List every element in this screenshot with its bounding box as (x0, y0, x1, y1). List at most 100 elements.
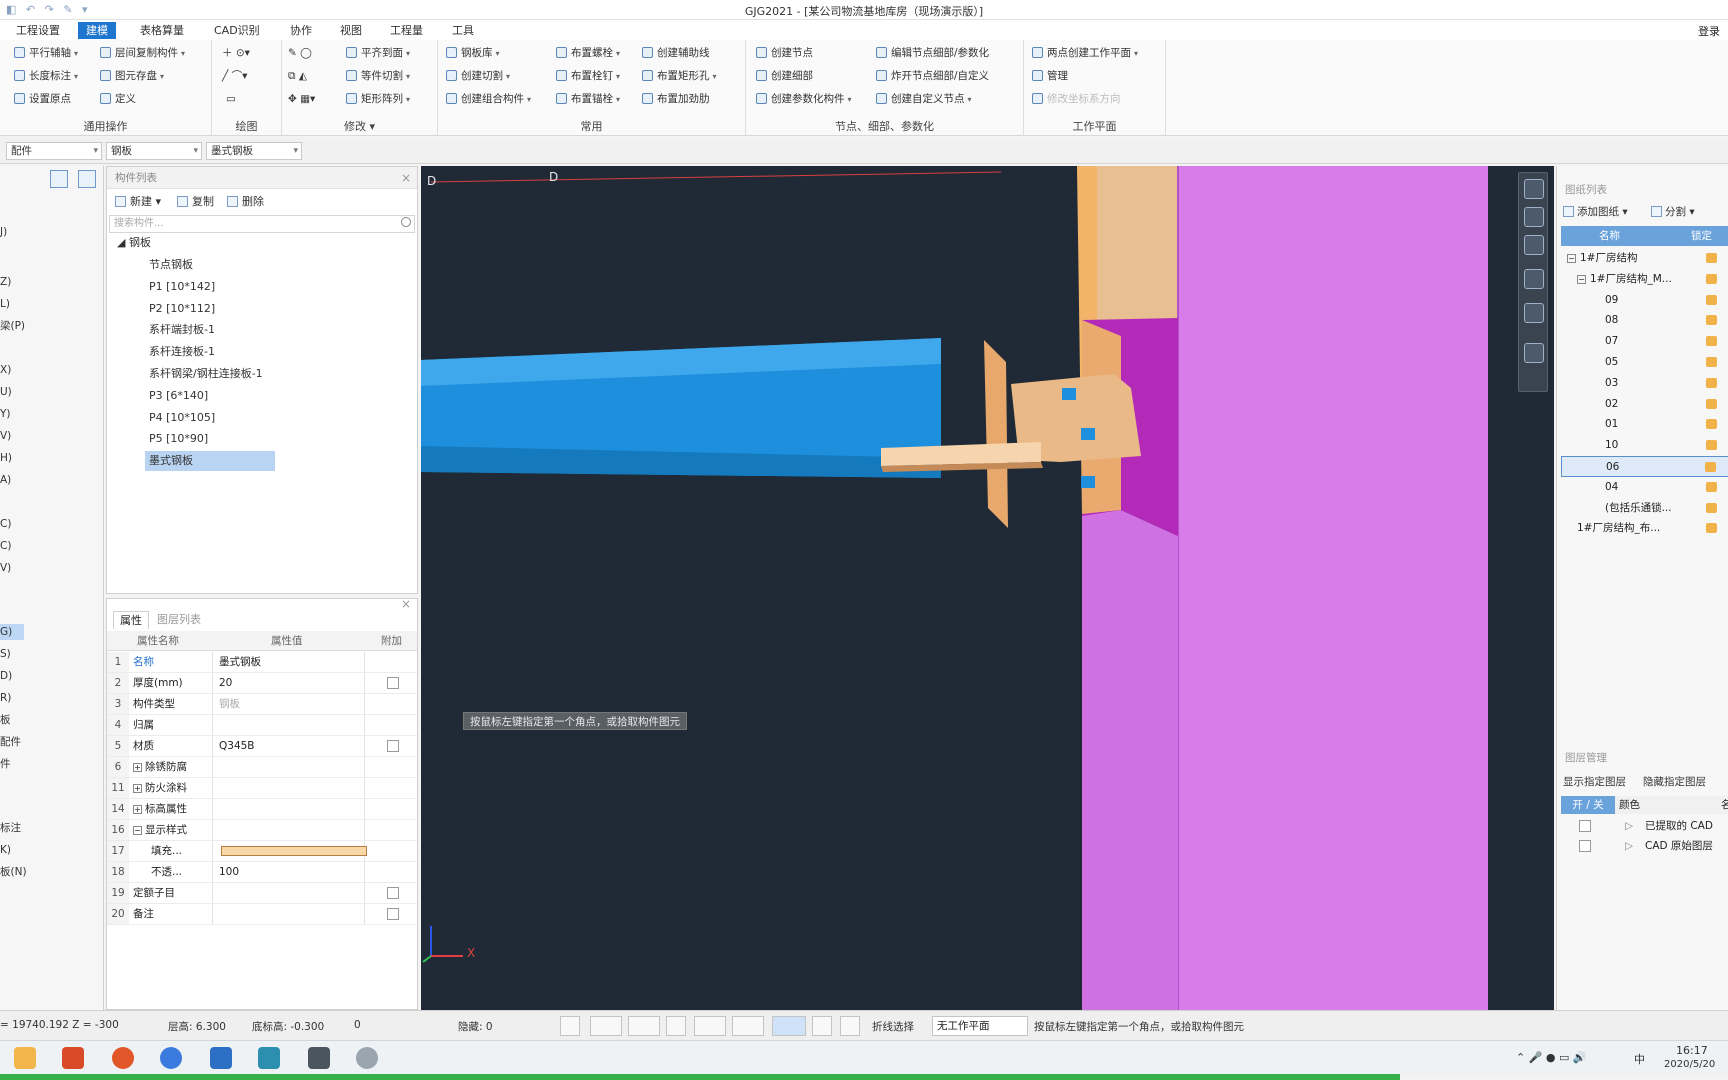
model-canvas[interactable] (421, 166, 1554, 1010)
tab-quantity[interactable]: 工程量 (382, 22, 431, 39)
layer-toggle-checkbox[interactable] (1579, 820, 1591, 832)
nav-item[interactable]: C) (0, 516, 11, 532)
property-row[interactable]: 5 材质 Q345B (107, 736, 417, 757)
collapse-icon[interactable]: − (133, 826, 142, 835)
property-value[interactable]: Q345B (215, 736, 365, 756)
category-select[interactable]: 配件 (6, 142, 102, 160)
property-value[interactable] (215, 715, 365, 735)
property-row[interactable]: 14 + 标高属性 (107, 799, 417, 820)
layer-row[interactable]: ▷ CAD 原始图层 (1561, 836, 1728, 857)
lock-icon[interactable] (1706, 294, 1717, 305)
property-row[interactable]: 4 归属 (107, 715, 417, 736)
fill-color-swatch[interactable] (221, 846, 367, 856)
tab-project-settings[interactable]: 工程设置 (8, 22, 68, 39)
rect-array-button[interactable]: 矩形阵列 ▾ (346, 90, 410, 108)
close-icon[interactable]: × (401, 167, 411, 189)
tab-layer-list[interactable]: 图层列表 (151, 611, 207, 629)
lock-icon[interactable] (1706, 377, 1717, 388)
lock-icon[interactable] (1706, 481, 1717, 492)
property-value[interactable] (215, 883, 365, 903)
pen-tool[interactable]: ✎ ◯ (288, 44, 312, 62)
tree-item[interactable]: 墨式钢板 (145, 451, 275, 472)
nav-item[interactable]: L) (0, 296, 10, 312)
property-value[interactable] (215, 799, 365, 819)
nav-item[interactable]: 标注 (0, 820, 21, 836)
mirror-tool[interactable]: ⧉ ◭ (288, 67, 307, 85)
app-icon[interactable] (210, 1047, 232, 1069)
drawing-row[interactable]: 06 (1561, 456, 1728, 477)
tree-item[interactable]: P4 [10*105] (145, 408, 219, 428)
property-value[interactable]: 100 (215, 862, 365, 882)
create-detail-button[interactable]: 创建细部 (756, 67, 813, 85)
layer-icon[interactable] (840, 1016, 860, 1036)
orbit-icon[interactable] (1524, 179, 1544, 199)
move-tool[interactable]: ✥ ▦▾ (288, 90, 315, 108)
item-select[interactable]: 墨式钢板 (206, 142, 302, 160)
tree-item[interactable]: P3 [6*140] (145, 386, 212, 406)
nav-item[interactable]: D) (0, 668, 12, 684)
delete-component-button[interactable]: 删除 (227, 193, 264, 209)
clock-time[interactable]: 16:17 (1676, 1044, 1708, 1057)
property-row[interactable]: 20 备注 (107, 904, 417, 925)
lock-icon[interactable] (1706, 253, 1717, 263)
property-value[interactable] (215, 820, 365, 840)
drawing-row[interactable]: 03 (1561, 373, 1728, 394)
tab-cad-recognition[interactable]: CAD识别 (206, 22, 268, 39)
lock-icon[interactable] (1706, 357, 1717, 367)
lock-icon[interactable] (1706, 440, 1717, 451)
point-draw-button[interactable]: ＋ ⊙▾ (222, 44, 250, 62)
rotate-icon[interactable] (694, 1016, 726, 1036)
hide-layer-button[interactable]: 隐藏指定图层 (1643, 774, 1706, 789)
create-custom-node-button[interactable]: 创建自定义节点 ▾ (876, 90, 972, 108)
chat-icon[interactable] (356, 1047, 378, 1069)
tab-properties[interactable]: 属性 (113, 611, 149, 629)
drawing-row[interactable]: 09 (1561, 290, 1728, 311)
rotate-icon[interactable] (1524, 303, 1544, 323)
manage-button[interactable]: 管理 (1032, 67, 1068, 85)
nav-item[interactable]: 配件 (0, 734, 21, 750)
powerpoint-icon[interactable] (62, 1047, 84, 1069)
property-value[interactable]: 钢板 (215, 694, 365, 714)
property-value[interactable] (215, 841, 367, 861)
search-icon[interactable] (401, 217, 411, 227)
property-value[interactable]: 墨式钢板 (215, 652, 365, 672)
add-checkbox[interactable] (387, 887, 399, 899)
nav-item[interactable]: 梁(P) (0, 318, 25, 334)
modify-coord-direction-button[interactable]: 修改坐标系方向 (1032, 90, 1121, 108)
tree-root[interactable]: ◢ 钢板 (113, 233, 155, 253)
tree-item[interactable]: 系杆端封板-1 (145, 320, 219, 340)
polyline-select[interactable]: 折线选择 (872, 1019, 914, 1034)
clock-date[interactable]: 2020/5/20 (1664, 1059, 1715, 1070)
property-value[interactable] (215, 757, 365, 777)
nav-item[interactable]: 板(N) (0, 864, 27, 880)
property-row[interactable]: 2 厚度(mm) 20 (107, 673, 417, 694)
gjg-app-icon[interactable] (258, 1047, 280, 1069)
grid-view-icon[interactable] (78, 170, 96, 188)
two-point-workplane-button[interactable]: 两点创建工作平面 ▾ (1032, 44, 1138, 62)
nav-item[interactable]: X) (0, 362, 11, 378)
drawing-row[interactable]: 1#厂房结构_布... (1561, 518, 1728, 539)
select-mode-icon[interactable] (590, 1016, 622, 1036)
tab-modeling[interactable]: 建模 (78, 22, 116, 39)
place-bolt-button[interactable]: 布置螺栓 ▾ (556, 44, 620, 62)
nav-item[interactable]: G) (0, 624, 24, 640)
drawing-row[interactable]: 01 (1561, 414, 1728, 435)
drawing-row[interactable]: 08 (1561, 310, 1728, 331)
expand-icon[interactable]: ▷ (1625, 836, 1633, 857)
browser-icon[interactable] (112, 1047, 134, 1069)
drawing-row[interactable]: 10 (1561, 435, 1728, 456)
define-button[interactable]: 定义 (100, 90, 136, 108)
expand-icon[interactable]: ▷ (1625, 816, 1633, 837)
place-stud-button[interactable]: 布置栓钉 ▾ (556, 67, 620, 85)
align-to-face-button[interactable]: 平齐到面 ▾ (346, 44, 410, 62)
tree-item[interactable]: 节点钢板 (145, 255, 197, 275)
grid-icon[interactable] (812, 1016, 832, 1036)
create-aux-line-button[interactable]: 创建辅助线 (642, 44, 710, 62)
property-value[interactable]: 20 (215, 673, 365, 693)
property-row[interactable]: 18 不透... 100 (107, 862, 417, 883)
drawing-row[interactable]: (包括乐通锁... (1561, 498, 1728, 519)
nav-item[interactable]: H) (0, 450, 12, 466)
property-value[interactable] (215, 778, 365, 798)
component-search-input[interactable]: 搜索构件... (109, 215, 415, 233)
angle-icon[interactable] (732, 1016, 764, 1036)
